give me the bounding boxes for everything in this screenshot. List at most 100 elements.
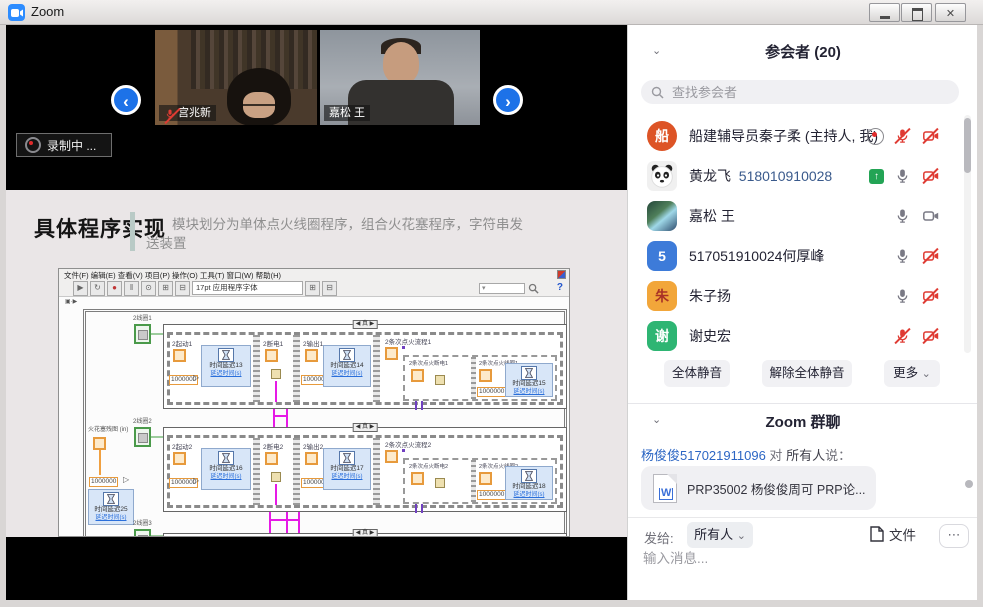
wire	[269, 512, 271, 534]
chat-file-attachment[interactable]: PRP35002 杨俊俊周可 PRP论...	[641, 466, 876, 510]
word-document-icon	[653, 474, 677, 503]
file-name: PRP35002 杨俊俊周可 PRP论...	[687, 479, 867, 498]
diagram-label: 火花塞残图 (in)	[88, 427, 128, 434]
close-button[interactable]: ✕	[935, 3, 966, 22]
delay-sub: 延迟时间(s)	[506, 388, 552, 396]
delay-title: 时间延迟14	[324, 362, 370, 370]
video-off-icon	[922, 287, 940, 305]
participant-row[interactable]: 黄龙飞 518010910028 ↑	[628, 156, 964, 196]
align-objects-icon: ⊞	[305, 281, 320, 296]
zoom-window: Zoom ✕ 宫兆新 嘉松 王	[0, 0, 983, 607]
video-participant-name: 嘉松 王	[329, 105, 365, 121]
property-node	[435, 478, 445, 488]
video-tile-1[interactable]: 宫兆新	[155, 30, 317, 125]
mic-muted-icon	[894, 327, 912, 345]
participant-search[interactable]	[641, 80, 959, 104]
daq-node	[479, 472, 492, 485]
daq-node	[305, 349, 318, 362]
labview-window: 文件(F) 编辑(E) 查看(V) 项目(P) 操作(O) 工具(T) 窗口(W…	[58, 268, 570, 537]
participant-row[interactable]: 谢 谢史宏	[628, 316, 964, 353]
search-icon	[651, 86, 664, 99]
delay-title: 时间延迟16	[202, 465, 250, 473]
daq-node	[411, 369, 424, 382]
video-off-icon	[922, 167, 940, 185]
property-node	[271, 472, 281, 482]
labview-menu-bar: 文件(F) 编辑(E) 查看(V) 项目(P) 操作(O) 工具(T) 窗口(W…	[59, 269, 569, 280]
previous-videos-button[interactable]: ‹	[111, 85, 141, 115]
maximize-icon	[912, 8, 923, 21]
file-button[interactable]: 文件	[870, 524, 916, 544]
daq-node	[265, 349, 278, 362]
file-button-label: 文件	[889, 524, 916, 544]
participant-list: 船 船建辅导员秦子柔 (主持人, 我) 黄龙飞 518010910028 ↑	[628, 116, 964, 353]
file-icon	[870, 526, 884, 542]
chat-scrollbar-thumb[interactable]	[965, 480, 973, 488]
video-on-icon	[922, 207, 940, 225]
participant-name: 谢史宏	[689, 326, 731, 346]
participant-name: 船建辅导员秦子柔 (主持人, 我)	[689, 126, 878, 146]
participant-name: 517051910024何厚峰	[689, 246, 824, 266]
participant-row[interactable]: 朱 朱子扬	[628, 276, 964, 316]
send-to-value: 所有人	[694, 527, 733, 542]
participant-face	[383, 42, 419, 84]
participant-name: 嘉松 王	[689, 206, 735, 226]
chat-header: Zoom 群聊	[628, 411, 977, 432]
delay-sub: 延迟时间(s)	[89, 514, 133, 522]
mic-muted-icon	[164, 107, 175, 119]
delay-sub: 延迟时间(s)	[506, 491, 552, 499]
participant-name: 黄龙飞	[689, 168, 731, 184]
video-tile-2[interactable]: 嘉松 王	[320, 30, 480, 125]
window-border-right	[977, 25, 983, 607]
minimize-button[interactable]	[869, 3, 900, 22]
run-icon: ▶	[73, 281, 88, 296]
close-icon: ✕	[946, 8, 955, 20]
chevron-down-icon: ⌄	[737, 530, 746, 542]
wire-junction	[401, 345, 406, 350]
section-divider	[628, 403, 977, 404]
sequence-divider	[293, 438, 300, 505]
chat-target: 所有人	[786, 448, 825, 463]
avatar-panda-image	[647, 161, 677, 191]
participant-row[interactable]: 5 517051910024何厚峰	[628, 236, 964, 276]
daq-node	[265, 452, 278, 465]
recording-label: 录制中 ...	[47, 137, 96, 154]
step-over-icon: ⊟	[175, 281, 190, 296]
coil-label: 2线圈2	[133, 419, 152, 426]
search-input[interactable]	[670, 84, 924, 101]
labview-block-diagram: ▣·▶ 火花塞残图 (in) 1000000 ▷ 时间延迟25 延迟时间(s) …	[59, 297, 570, 537]
participants-scrollbar-thumb[interactable]	[964, 118, 971, 173]
wire	[99, 450, 101, 475]
unmute-all-button[interactable]: 解除全体静音	[762, 360, 852, 387]
coil-label: 2线圈3	[133, 521, 152, 528]
delay-title: 时间延迟15	[506, 380, 552, 388]
frame-label: 2条次点火断电2	[409, 462, 448, 470]
chevron-left-icon: ‹	[123, 92, 129, 111]
more-button[interactable]: 更多 ⌄	[884, 360, 940, 387]
participant-row[interactable]: 嘉松 王	[628, 196, 964, 236]
mute-all-button[interactable]: 全体静音	[664, 360, 730, 387]
mic-icon	[894, 287, 912, 305]
frame-label: 2条次点火流程2	[385, 439, 431, 449]
mic-muted-icon	[894, 127, 912, 145]
frame-label: 2起动2	[172, 441, 192, 451]
frame-label: 2输出2	[303, 441, 323, 451]
participant-row[interactable]: 船 船建辅导员秦子柔 (主持人, 我)	[628, 116, 964, 156]
participant-id: 518010910028	[739, 168, 832, 184]
chat-sender-name[interactable]: 杨俊俊517021911096	[641, 448, 766, 463]
help-icon: ?	[557, 282, 563, 293]
next-videos-button[interactable]: ›	[493, 85, 523, 115]
video-participant-name: 宫兆新	[178, 105, 211, 121]
recording-status-icon	[867, 128, 884, 145]
glasses	[243, 104, 275, 112]
daq-node	[93, 437, 106, 450]
maximize-button[interactable]	[901, 3, 932, 22]
hourglass-icon	[218, 451, 234, 465]
more-label: 更多	[893, 366, 918, 380]
convert-node: ▷	[193, 477, 199, 485]
daq-node	[385, 450, 398, 463]
wire	[273, 415, 288, 417]
message-input[interactable]	[641, 545, 961, 593]
frame-label: 2断电2	[263, 441, 283, 451]
abort-icon: ●	[107, 281, 122, 296]
daq-node	[479, 369, 492, 382]
